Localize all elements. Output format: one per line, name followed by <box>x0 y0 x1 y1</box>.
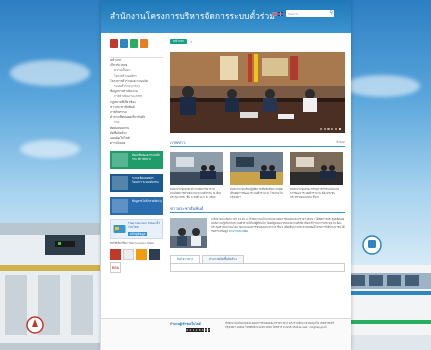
backdrop-cloud <box>345 75 420 97</box>
announcement-item: 3 สิงหาคม 2560 เวลา 13.30 น. สำนักงานนโย… <box>170 217 345 249</box>
train-logo-icon[interactable] <box>120 38 128 48</box>
backdrop-cloud <box>20 140 80 158</box>
visitor-counter-digit: 7 <box>207 328 211 332</box>
sidebar-banner[interactable]: ห้องแล็บพัฒนาระบบตั๋วร่วม สถานีกลาง <box>110 151 163 170</box>
sidebar-banner[interactable]: ระบบเชื่อมต่อบัตรโดยสาร ระบบเดียวกัน <box>110 174 163 193</box>
announcement-section-title: ข่าวประชาสัมพันธ์ <box>170 206 204 212</box>
news-grid: สนข.ประชุมคณะทำงานพิจารณารายละเอียดการดำ… <box>170 152 345 199</box>
sidebar: หน้าแรก เกี่ยวกับ สนข. ความเป็นมา โครงสร้าง… <box>110 37 163 274</box>
content-tab[interactable]: ประกาศจัดซื้อจัดจ้าง <box>202 255 244 263</box>
breadcrumb: หน้าแรก » <box>170 37 345 46</box>
sidebar-menu-item[interactable]: ดาวน์โหลด <box>110 141 163 146</box>
slideshow-dot[interactable] <box>323 127 326 130</box>
banner-label: ระบบเชื่อมต่อบัตรโดยสาร ระบบเดียวกัน <box>132 176 159 185</box>
breadcrumb-home-link[interactable]: หน้าแรก <box>170 39 188 44</box>
news-more-link[interactable]: ทั้งหมด <box>336 140 345 145</box>
visitor-counter: 00128537 <box>186 328 211 332</box>
bus-logo-icon[interactable] <box>130 38 138 48</box>
announcement-image[interactable] <box>170 218 207 249</box>
news-thumbnail[interactable] <box>170 152 223 185</box>
backdrop-skytrain-image <box>346 235 431 350</box>
backdrop-cloud <box>10 60 90 86</box>
common-ticket-box[interactable]: Thai Common Ticket ตั๋วร่วมไทย คลิกดูข้อ… <box>110 219 163 240</box>
common-ticket-label: Thai Common Ticket ตั๋วร่วมไทย <box>128 221 160 230</box>
footer-address: สำนักงานนโยบายและแผนการขนส่งและจราจร 35 … <box>225 321 335 329</box>
slideshow-dot[interactable] <box>319 127 323 130</box>
partner-logo-icon[interactable] <box>110 249 121 261</box>
banner-label: ห้องแล็บพัฒนาระบบตั๋วร่วม สถานีกลาง <box>132 153 160 162</box>
content-tab[interactable]: ลิงก์ข่าวสาร <box>170 255 201 263</box>
slideshow-dot[interactable] <box>338 127 341 130</box>
news-thumbnail[interactable] <box>290 152 343 185</box>
news-section-title: ภาพข่าว <box>170 140 186 145</box>
english-flag-icon[interactable] <box>278 12 283 16</box>
main-content: หน้าแรก » ภาพข่าว ทั้งหมด สนข.ประชุมคณะท… <box>170 37 345 272</box>
visitor-counter-label: จำนวนผู้เข้าชมเว็บไซต์ <box>170 322 201 326</box>
site-footer: จำนวนผู้เข้าชมเว็บไซต์ 00128537 สำนักงาน… <box>101 318 351 350</box>
news-caption: สนข.ประชุมคณะกรรมการกำกับนโยบายการพัฒนาร… <box>290 187 339 199</box>
slideshow-dot[interactable] <box>327 127 330 130</box>
partner-logo-icon[interactable] <box>123 249 134 261</box>
news-photo <box>230 152 283 185</box>
announcement-photo <box>170 218 207 249</box>
sidebar-banner[interactable]: ข้อมูลรถไฟฟ้าสายสีต่างๆ <box>110 197 163 216</box>
announcement-body: 3 สิงหาคม 2560 เวลา 13.30 น. สำนักงานนโย… <box>211 217 345 248</box>
news-photo <box>170 152 223 185</box>
news-section-header: ภาพข่าว ทั้งหมด <box>170 140 345 147</box>
ega-logo[interactable]: EGA <box>110 262 121 274</box>
site-header: สำนักงานโครงการบริหารจัดการระบบตั๋วร่วม … <box>101 0 351 33</box>
announcement-section: ข่าวประชาสัมพันธ์ 3 สิงหาคม 2560 เวลา 13… <box>170 206 345 249</box>
news-caption: สนข.ประชุมเชิงปฏิบัติการเพื่อรับฟังความค… <box>230 187 283 199</box>
news-card[interactable]: สนข.ประชุมคณะกรรมการกำกับนโยบายการพัฒนาร… <box>290 152 343 199</box>
hero-meeting-photo <box>170 52 345 133</box>
boat-logo-icon[interactable] <box>140 38 148 48</box>
search-placeholder: Search... <box>288 11 301 16</box>
announcement-read-more[interactable]: อ่านรายละเอียด <box>229 229 248 233</box>
related-links-label: ลิงก์ที่เกี่ยวข้อง Thai Common Ticket <box>110 241 154 246</box>
hero-slideshow[interactable] <box>170 52 345 133</box>
sidebar-banners: ห้องแล็บพัฒนาระบบตั๋วร่วม สถานีกลางระบบเ… <box>110 151 163 216</box>
announcement-section-header: ข่าวประชาสัมพันธ์ <box>170 206 345 214</box>
search-icon[interactable]: ⚲ <box>329 10 333 17</box>
tab-panel <box>170 263 345 272</box>
slideshow-dot[interactable] <box>331 127 334 130</box>
site-title[interactable]: สำนักงานโครงการบริหารจัดการระบบตั๋วร่วม <box>110 9 275 23</box>
backdrop-station-gate-image <box>0 223 100 350</box>
news-thumbnail[interactable] <box>230 152 283 185</box>
common-ticket-button[interactable]: คลิกดูข้อมูล <box>128 232 148 237</box>
slideshow-dots <box>319 127 341 130</box>
agency-logo-icon[interactable] <box>110 38 118 48</box>
banner-thumbnail-icon <box>112 153 128 168</box>
page-container: สำนักงานโครงการบริหารจัดการระบบตั๋วร่วม … <box>101 0 351 350</box>
banner-thumbnail-icon <box>112 176 128 191</box>
sidebar-logo-row <box>110 37 163 49</box>
slideshow-dot[interactable] <box>334 127 338 130</box>
partner-logo-icon[interactable] <box>136 249 147 261</box>
news-card[interactable]: สนข.ประชุมคณะทำงานพิจารณารายละเอียดการดำ… <box>170 152 223 199</box>
content-tabs: ลิงก์ข่าวสาร ประกาศจัดซื้อจัดจ้าง <box>170 255 345 264</box>
banner-thumbnail-icon <box>112 199 128 214</box>
ticket-card-icon <box>113 225 126 234</box>
language-switcher <box>272 12 283 16</box>
news-card[interactable]: สนข.ประชุมเชิงปฏิบัติการเพื่อรับฟังความค… <box>230 152 283 199</box>
banner-label: ข้อมูลรถไฟฟ้าสายสีต่างๆ <box>132 199 163 204</box>
sidebar-menu: หน้าแรก เกี่ยวกับ สนข. ความเป็นมา โครงสร้าง… <box>110 57 163 146</box>
partner-logos: EGA <box>110 249 163 274</box>
thai-flag-icon[interactable] <box>272 12 277 16</box>
news-photo <box>290 152 343 185</box>
breadcrumb-separator: » <box>190 39 193 44</box>
news-caption: สนข.ประชุมคณะทำงานพิจารณารายละเอียดการดำ… <box>170 187 221 199</box>
partner-logo-icon[interactable] <box>149 249 160 261</box>
search-input[interactable]: Search... ⚲ <box>286 10 334 17</box>
